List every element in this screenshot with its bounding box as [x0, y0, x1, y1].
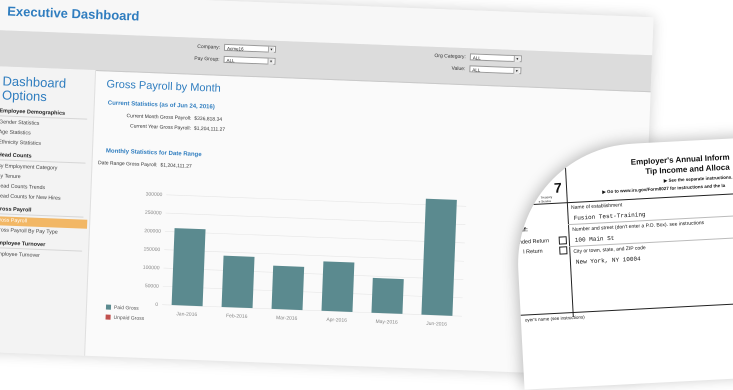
- x-tick-label: Apr-2016: [326, 317, 347, 324]
- city-label: City or town, state, and ZIP code: [573, 245, 646, 255]
- gridline: [163, 267, 464, 280]
- y-tick-label: 150000: [143, 246, 160, 253]
- final-return-checkbox[interactable]: [559, 246, 568, 255]
- x-tick-label: Jan-2016: [176, 311, 197, 318]
- street-value[interactable]: 100 Main St: [575, 235, 615, 244]
- legend-swatch-paid: [105, 304, 112, 310]
- gridline: [164, 249, 465, 262]
- sidebar-item-employee-turnover[interactable]: Employee Turnover: [0, 250, 82, 262]
- bar-jun-2016[interactable]: [421, 191, 458, 316]
- page-title: Gross Payroll by Month: [106, 78, 222, 95]
- monthly-statistics-title: Monthly Statistics for Date Range: [105, 148, 202, 159]
- chevron-down-icon: ▾: [513, 67, 520, 75]
- establishment-label: Name of establishment: [570, 202, 623, 211]
- gridline: [165, 212, 466, 225]
- amended-return-label: nded Return: [518, 238, 550, 246]
- chevron-down-icon: ▾: [267, 58, 274, 65]
- bar-jan-2016[interactable]: [171, 228, 206, 307]
- check-if-label: if:: [522, 227, 529, 234]
- gridline: [162, 286, 463, 299]
- gridline: [162, 304, 462, 317]
- sidebar-title: Dashboard Options: [1, 73, 67, 105]
- final-return-label: l Return: [523, 248, 543, 256]
- value-select[interactable]: ALL ▾: [469, 65, 522, 75]
- gridline: [166, 194, 467, 207]
- date-range-value: $1,204,111.27: [160, 162, 192, 170]
- paygroup-select[interactable]: ALL ▾: [223, 55, 276, 65]
- y-tick-label: 100000: [143, 265, 160, 272]
- gross-payroll-chart: 0 50000 100000 150000 200000 250000 300000 Jan-…: [143, 191, 467, 328]
- form-year: 7: [553, 179, 563, 196]
- x-tick-label: May-2016: [375, 319, 398, 326]
- current-month-label: Current Month Gross Payroll:: [126, 113, 192, 122]
- bar-mar-2016[interactable]: [271, 265, 305, 311]
- y-tick-label: 50000: [145, 283, 159, 290]
- app-title: Executive Dashboard: [6, 3, 140, 24]
- employer-name-label: oyer's name (see instructions): [524, 314, 585, 323]
- y-tick-label: 300000: [146, 191, 163, 198]
- bar-may-2016[interactable]: [371, 277, 404, 314]
- current-year-label: Current Year Gross Payroll:: [129, 123, 192, 132]
- y-tick-label: 200000: [144, 228, 161, 235]
- current-month-value: $336,818.34: [194, 115, 223, 123]
- bar-feb-2016[interactable]: [221, 255, 255, 309]
- city-value[interactable]: New York, NY 10004: [576, 255, 641, 265]
- x-tick-label: Mar-2016: [276, 315, 298, 322]
- current-statistics-title: Current Statistics (as of Jun 24, 2016): [107, 100, 215, 111]
- company-label: Company:: [197, 43, 221, 51]
- y-tick-label: 0: [155, 302, 158, 308]
- sidebar: Dashboard Options Employee Demographics …: [0, 65, 97, 356]
- current-year-value: $1,204,111.27: [193, 125, 226, 133]
- legend-paid-gross: Paid Gross: [105, 304, 139, 312]
- legend-swatch-unpaid: [105, 314, 111, 320]
- form-rule: [520, 300, 733, 316]
- value-label: Value:: [451, 65, 466, 73]
- chevron-down-icon: ▾: [513, 56, 520, 63]
- y-tick-label: 250000: [145, 210, 162, 217]
- paygroup-label: Pay Group:: [194, 55, 220, 63]
- amended-return-checkbox[interactable]: [558, 236, 568, 245]
- orgcat-select[interactable]: ALL ▾: [469, 53, 522, 63]
- company-select[interactable]: Acme16 ▾: [223, 43, 277, 53]
- bar-apr-2016[interactable]: [321, 261, 355, 312]
- form-goto: ▶ Go to www.irs.gov/Form8027 for instruc…: [602, 182, 726, 195]
- section-employee-turnover: Employee Turnover: [0, 240, 83, 252]
- x-tick-label: Feb-2016: [226, 313, 248, 320]
- gridline: [164, 231, 465, 244]
- chevron-down-icon: ▾: [267, 46, 275, 53]
- orgcat-label: Org Category:: [434, 52, 466, 61]
